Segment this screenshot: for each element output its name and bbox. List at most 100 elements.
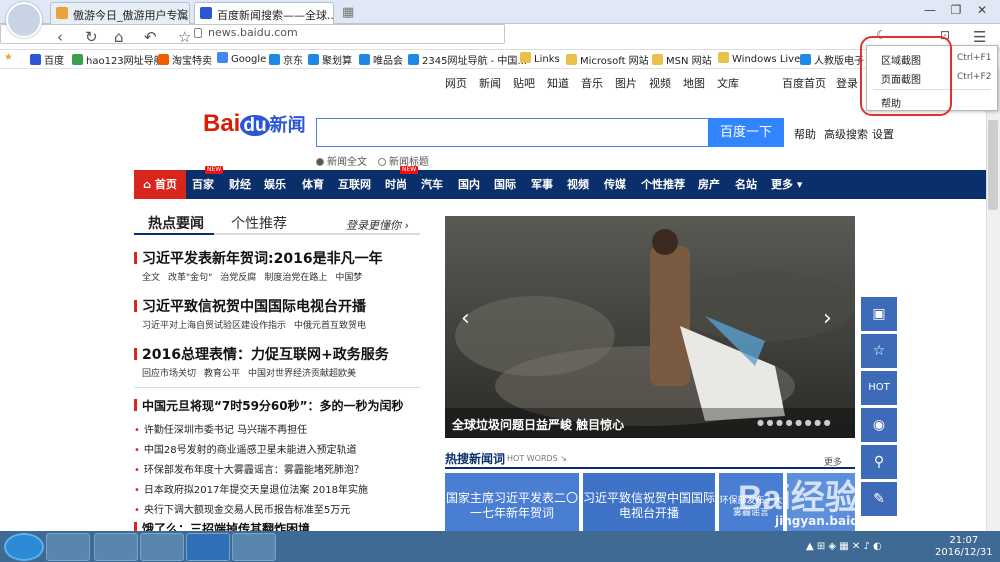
nav-item[interactable]: 个性推荐	[641, 170, 685, 199]
headline[interactable]: 2016总理表情：力促互联网+政务服务	[134, 344, 389, 364]
hot-word-tile[interactable]: 习近平致信祝贺中国国际电视台开播	[583, 473, 715, 535]
topnav-item[interactable]: 贴吧	[513, 77, 535, 90]
bookmark-item[interactable]: 唯品会	[359, 52, 403, 67]
nav-item[interactable]: 时尚	[385, 170, 407, 199]
list-item[interactable]: • 日本政府拟2017年提交天皇退位法案 2018年实施	[134, 481, 368, 496]
tab-personal[interactable]: 个性推荐	[231, 213, 287, 233]
nav-item[interactable]: 国内	[458, 170, 480, 199]
nav-item[interactable]: 汽车	[421, 170, 443, 199]
list-item[interactable]: • 环保部发布年度十大雾霾谣言：雾霾能堵死肺泡？	[134, 461, 364, 476]
topnav-item[interactable]: 知道	[547, 77, 569, 90]
list-item[interactable]: • 中国28号发射的商业遥感卫星未能进入预定轨道	[134, 441, 357, 456]
restore-button[interactable]: ❐	[944, 3, 968, 21]
nav-item[interactable]: 传媒	[604, 170, 626, 199]
nav-home[interactable]: ⌂ 首页	[134, 170, 186, 199]
ie-taskbar-icon[interactable]	[46, 533, 90, 561]
feedback-icon[interactable]: ✎	[861, 482, 897, 516]
sub-link[interactable]: 回应市场关切	[142, 369, 196, 379]
nav-item[interactable]: 房产	[698, 170, 720, 199]
bookmark-item[interactable]: 京东	[269, 52, 303, 67]
bookmark-item[interactable]: Links	[520, 52, 560, 65]
headline[interactable]: 习近平致信祝贺中国国际电视台开播	[134, 296, 366, 316]
nav-item-more[interactable]: 更多 ▾	[771, 170, 802, 199]
hot-word-tile[interactable]: 国家主席习近平发表二〇一七年新年贺词	[445, 473, 579, 535]
hot-button[interactable]: HOT	[861, 371, 897, 405]
minimize-button[interactable]: —	[918, 3, 942, 21]
nav-item[interactable]: 体育	[302, 170, 324, 199]
home-icon[interactable]: ⌂	[114, 28, 124, 46]
tab-baidu-news[interactable]: 百度新闻搜索——全球...	[194, 2, 334, 24]
photo-slider[interactable]: ‹ › ● ● ● ● ● ● ● ●	[445, 216, 855, 438]
app-taskbar-icon[interactable]	[94, 533, 138, 561]
tab-grid-icon[interactable]: ▦	[342, 5, 354, 20]
topnav-item[interactable]: 地图	[683, 77, 705, 90]
topnav-item[interactable]: 图片	[615, 77, 637, 90]
star-icon[interactable]: ☆	[178, 28, 191, 46]
start-button[interactable]	[4, 533, 44, 561]
advanced-search-link[interactable]: 高级搜索	[824, 126, 868, 142]
sub-link[interactable]: 中国梦	[335, 273, 362, 283]
prev-slide-icon[interactable]: ‹	[461, 306, 470, 331]
bookmark-item[interactable]: 聚划算	[308, 52, 352, 67]
nav-item[interactable]: 财经	[229, 170, 251, 199]
back-icon[interactable]: ‹	[57, 28, 63, 46]
bookmark-item[interactable]: 淘宝特卖	[158, 52, 212, 67]
headline[interactable]: 中国元旦将现“7时59分60秒”：多的一秒为闰秒	[134, 397, 404, 414]
scrollbar-thumb[interactable]	[988, 120, 998, 210]
topnav-item[interactable]: 文库	[717, 77, 739, 90]
bookmark-item[interactable]: 百度	[30, 52, 64, 67]
address-bar[interactable]: news.baidu.com	[0, 24, 505, 44]
help-link[interactable]: 帮助	[794, 126, 816, 142]
topnav-item[interactable]: 视频	[649, 77, 671, 90]
qq-taskbar-icon[interactable]	[140, 533, 184, 561]
favorites-star-icon[interactable]: ★	[4, 52, 13, 63]
nav-item[interactable]: 百家	[192, 170, 214, 199]
sub-link[interactable]: 全文	[142, 273, 160, 283]
list-item[interactable]: • 央行下调大额现金交易人民币报告标准至5万元	[134, 501, 350, 516]
sub-link[interactable]: 改革"金句"	[168, 273, 212, 283]
menu-icon[interactable]: ☰	[973, 28, 986, 46]
undo-icon[interactable]: ↶	[144, 28, 157, 46]
close-icon[interactable]: ✕	[176, 6, 185, 19]
user-avatar[interactable]	[6, 2, 42, 38]
clock[interactable]: 21:07 2016/12/31	[935, 535, 993, 559]
bookmark-item[interactable]: Windows Live	[718, 52, 800, 65]
nav-item[interactable]: 国际	[494, 170, 516, 199]
login-recommend-link[interactable]: 登录更懂你 ›	[346, 217, 409, 233]
favorite-icon[interactable]: ☆	[861, 334, 897, 368]
sub-link[interactable]: 习近平对上海自贸试验区建设作指示	[142, 321, 286, 331]
nav-item[interactable]: 娱乐	[264, 170, 286, 199]
url-text[interactable]: news.baidu.com	[208, 26, 298, 39]
login-link[interactable]: 登录	[836, 75, 858, 91]
nav-item[interactable]: 名站	[735, 170, 757, 199]
settings-link[interactable]: 设置	[872, 126, 894, 142]
sub-link[interactable]: 教育公平	[204, 369, 240, 379]
sub-link[interactable]: 制度治党在路上	[264, 273, 327, 283]
sub-link[interactable]: 中俄元首互致贺电	[294, 321, 366, 331]
refresh-icon[interactable]: ↻	[85, 28, 98, 46]
topnav-item[interactable]: 网页	[445, 77, 467, 90]
nav-item[interactable]: 视频	[567, 170, 589, 199]
topnav-item[interactable]: 音乐	[581, 77, 603, 90]
bookmark-item[interactable]: 人教版电子	[800, 52, 864, 67]
headline[interactable]: 习近平发表新年贺词:2016是非凡一年	[134, 248, 383, 268]
slide-dots[interactable]: ● ● ● ● ● ● ● ●	[757, 418, 831, 427]
tray-icons[interactable]: ▲ ⊞ ◈ ▦ ✕ ♪ ◐	[806, 541, 882, 552]
bookmark-item[interactable]: MSN 网站	[652, 52, 712, 67]
topnav-item[interactable]: 新闻	[479, 77, 501, 90]
close-window-button[interactable]: ✕	[970, 3, 994, 21]
sub-link[interactable]: 中国对世界经济贡献超欧美	[248, 369, 356, 379]
bookmark-item[interactable]: 2345网址导航 - 中国...	[408, 52, 527, 67]
radio-fulltext[interactable]: 新闻全文	[316, 153, 367, 168]
qrcode-icon[interactable]: ▣	[861, 297, 897, 331]
slide-caption[interactable]: 全球垃圾问题日益严峻 触目惊心	[452, 416, 624, 433]
nav-item[interactable]: 互联网	[338, 170, 371, 199]
search-button[interactable]: 百度一下	[708, 118, 784, 147]
bookmark-item[interactable]: hao123网址导航	[72, 52, 164, 67]
baidu-news-logo[interactable]: Bai du 新闻	[203, 110, 306, 138]
paint-taskbar-icon[interactable]	[232, 533, 276, 561]
search-icon[interactable]: ⚲	[861, 445, 897, 479]
bookmark-item[interactable]: Google	[217, 52, 266, 65]
maxthon-taskbar-icon[interactable]	[186, 533, 230, 561]
sub-link[interactable]: 治党反腐	[220, 273, 256, 283]
